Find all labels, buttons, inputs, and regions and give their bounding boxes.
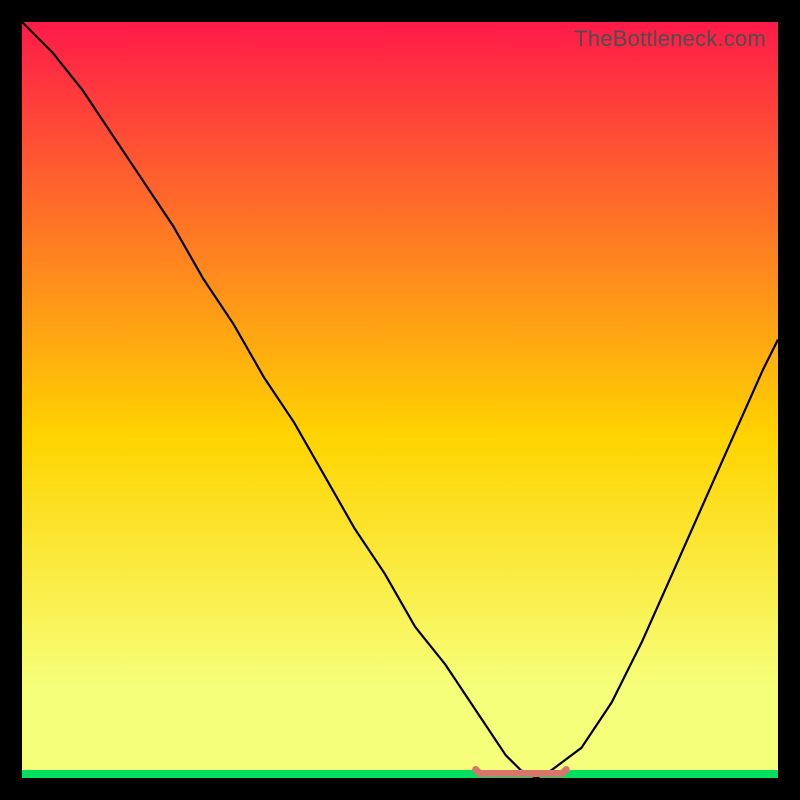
gradient-background <box>22 22 778 778</box>
chart-frame: TheBottleneck.com <box>0 0 800 800</box>
green-baseline-stripe <box>22 770 778 778</box>
chart-svg <box>22 22 778 778</box>
baseline-marker <box>476 770 567 774</box>
watermark-text: TheBottleneck.com <box>574 26 766 52</box>
plot-area: TheBottleneck.com <box>22 22 778 778</box>
